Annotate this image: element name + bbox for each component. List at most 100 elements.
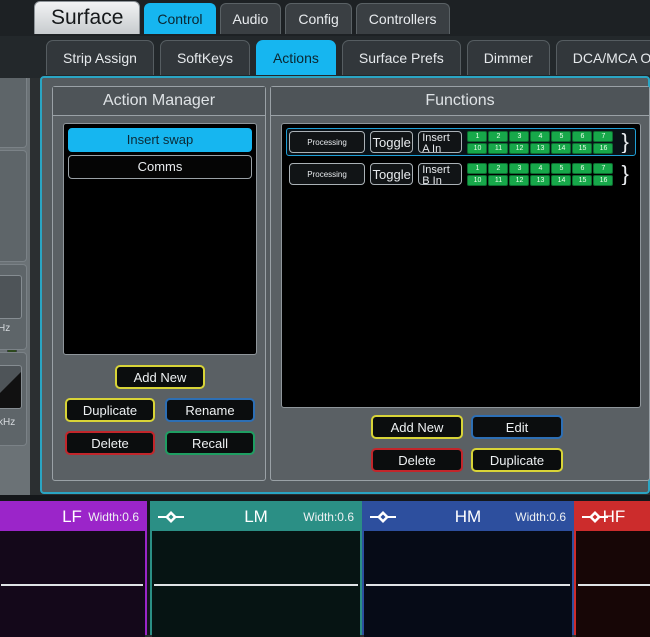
tab-dca-mca-option[interactable]: DCA/MCA Option xyxy=(555,40,650,75)
action-manager-title: Action Manager xyxy=(53,87,265,116)
sub-tab-row: Strip Assign SoftKeys Actions Surface Pr… xyxy=(46,40,650,75)
eq-band-hf[interactable]: HF xyxy=(574,501,650,637)
tab-control[interactable]: Control xyxy=(144,3,216,34)
channel-cell[interactable]: 12 xyxy=(509,174,530,186)
eq-band-header-hf: HF xyxy=(576,503,650,531)
function-category-button[interactable]: Processing xyxy=(289,163,366,185)
top-tab-row: Surface Control Audio Config Controllers xyxy=(34,1,450,34)
function-category-button[interactable]: Processing xyxy=(289,131,366,153)
eq-response-line-lf xyxy=(1,584,143,586)
channel-cell[interactable]: 4 xyxy=(530,130,551,142)
action-manager-panel: Action Manager Insert swap Comms Add New… xyxy=(52,86,266,481)
channel-cell[interactable]: 16 xyxy=(593,142,614,154)
action-list[interactable]: Insert swap Comms xyxy=(63,123,257,355)
filter-curve-thumb-1[interactable] xyxy=(0,275,22,319)
channel-cell[interactable]: 15 xyxy=(572,142,593,154)
functions-title: Functions xyxy=(271,87,649,116)
channel-cell[interactable]: 10 xyxy=(467,174,488,186)
channel-grid-row-bottom: 10 11 12 13 14 15 16 xyxy=(467,142,614,154)
tab-controllers[interactable]: Controllers xyxy=(355,3,450,34)
channel-cell[interactable]: 16 xyxy=(593,174,614,186)
eq-band-width-lf: Width:0.6 xyxy=(88,510,139,524)
eq-band-graph-lf[interactable] xyxy=(0,531,145,637)
tab-dimmer[interactable]: Dimmer xyxy=(466,40,550,75)
left-strip-filter-section-2: kHz xyxy=(0,352,27,446)
channel-cell[interactable]: 14 xyxy=(551,142,572,154)
eq-band-lf[interactable]: LF Width:0.6 xyxy=(0,501,147,637)
channel-cell[interactable]: 13 xyxy=(530,174,551,186)
channel-cell[interactable]: 6 xyxy=(572,130,593,142)
function-edit-button[interactable]: Edit xyxy=(471,415,563,439)
action-duplicate-button[interactable]: Duplicate xyxy=(65,398,155,422)
eq-response-line-lm xyxy=(154,584,358,586)
action-list-item-insert-swap[interactable]: Insert swap xyxy=(68,128,252,152)
eq-band-graph-lm[interactable] xyxy=(152,531,360,637)
channel-cell[interactable]: 15 xyxy=(572,174,593,186)
channel-cell[interactable]: 1 xyxy=(467,162,488,174)
function-row[interactable]: Processing Toggle Insert A In 1 2 3 4 5 … xyxy=(286,128,636,156)
channel-cell[interactable]: 12 xyxy=(509,142,530,154)
action-rename-button[interactable]: Rename xyxy=(165,398,255,422)
action-add-new-button[interactable]: Add New xyxy=(115,365,205,389)
tab-audio[interactable]: Audio xyxy=(219,3,282,34)
channel-cell[interactable]: 2 xyxy=(488,130,509,142)
channel-grid-row-top: 1 2 3 4 5 6 7 xyxy=(467,162,614,174)
function-delete-button[interactable]: Delete xyxy=(371,448,463,472)
channel-cell[interactable]: 11 xyxy=(488,174,509,186)
functions-panel: Functions Processing Toggle Insert A In … xyxy=(270,86,650,481)
app-root: Hz kHz Surface Control Audio Config Cont… xyxy=(0,0,650,637)
action-delete-button[interactable]: Delete xyxy=(65,431,155,455)
tab-actions[interactable]: Actions xyxy=(255,40,336,75)
channel-cell[interactable]: 14 xyxy=(551,174,572,186)
function-channel-grid[interactable]: 1 2 3 4 5 6 7 10 11 12 13 14 15 16 xyxy=(467,162,614,186)
channel-cell[interactable]: 3 xyxy=(509,162,530,174)
function-target-button[interactable]: Insert B In xyxy=(418,163,463,187)
eq-band-header-lf: LF Width:0.6 xyxy=(0,503,145,531)
function-mode-button[interactable]: Toggle xyxy=(370,163,414,185)
function-row-overflow-icon: } xyxy=(621,163,629,185)
channel-cell[interactable]: 3 xyxy=(509,130,530,142)
channel-cell[interactable]: 5 xyxy=(551,130,572,142)
channel-cell[interactable]: 2 xyxy=(488,162,509,174)
channel-cell[interactable]: 7 xyxy=(593,162,614,174)
eq-response-line-hm xyxy=(366,584,570,586)
function-row-overflow-icon: } xyxy=(621,131,629,153)
channel-cell[interactable]: 11 xyxy=(488,142,509,154)
tab-softkeys[interactable]: SoftKeys xyxy=(159,40,250,75)
channel-cell[interactable]: 1 xyxy=(467,130,488,142)
left-strip-filter-section-1: Hz xyxy=(0,264,27,350)
eq-band-graph-hf[interactable] xyxy=(576,531,650,637)
sub-tab-bar: Strip Assign SoftKeys Actions Surface Pr… xyxy=(0,36,650,78)
actions-dialog: Action Manager Insert swap Comms Add New… xyxy=(40,76,650,494)
action-recall-button[interactable]: Recall xyxy=(165,431,255,455)
channel-cell[interactable]: 6 xyxy=(572,162,593,174)
top-tab-bar: Surface Control Audio Config Controllers xyxy=(0,0,650,36)
functions-list[interactable]: Processing Toggle Insert A In 1 2 3 4 5 … xyxy=(281,123,641,408)
left-strip-meter-section xyxy=(0,150,27,395)
eq-band-lm[interactable]: LM Width:0.6 xyxy=(150,501,362,637)
tab-surface-prefs[interactable]: Surface Prefs xyxy=(341,40,461,75)
tab-config[interactable]: Config xyxy=(285,3,352,34)
filter-curve-thumb-2[interactable] xyxy=(0,365,22,409)
channel-cell[interactable]: 5 xyxy=(551,162,572,174)
eq-band-graph-hm[interactable] xyxy=(364,531,572,637)
action-list-item-comms[interactable]: Comms xyxy=(68,155,252,179)
eq-band-width-lm: Width:0.6 xyxy=(303,510,354,524)
function-mode-button[interactable]: Toggle xyxy=(370,131,414,153)
channel-cell[interactable]: 13 xyxy=(530,142,551,154)
eq-band-hm[interactable]: HM Width:0.6 xyxy=(362,501,574,637)
channel-cell[interactable]: 10 xyxy=(467,142,488,154)
function-duplicate-button[interactable]: Duplicate xyxy=(471,448,563,472)
tab-strip-assign[interactable]: Strip Assign xyxy=(46,40,154,75)
window-title: Surface xyxy=(34,1,141,34)
channel-cell[interactable]: 7 xyxy=(593,130,614,142)
function-target-button[interactable]: Insert A In xyxy=(418,131,463,155)
function-add-new-button[interactable]: Add New xyxy=(371,415,463,439)
eq-band-name-hf: HF xyxy=(602,507,626,526)
channel-cell[interactable]: 4 xyxy=(530,162,551,174)
function-channel-grid[interactable]: 1 2 3 4 5 6 7 10 11 12 13 14 15 16 xyxy=(467,130,614,154)
eq-band-header-lm: LM Width:0.6 xyxy=(152,503,360,531)
filter-freq-label-2: kHz xyxy=(0,417,16,428)
function-row[interactable]: Processing Toggle Insert B In 1 2 3 4 5 … xyxy=(286,160,636,188)
eq-band-header-hm: HM Width:0.6 xyxy=(364,503,572,531)
